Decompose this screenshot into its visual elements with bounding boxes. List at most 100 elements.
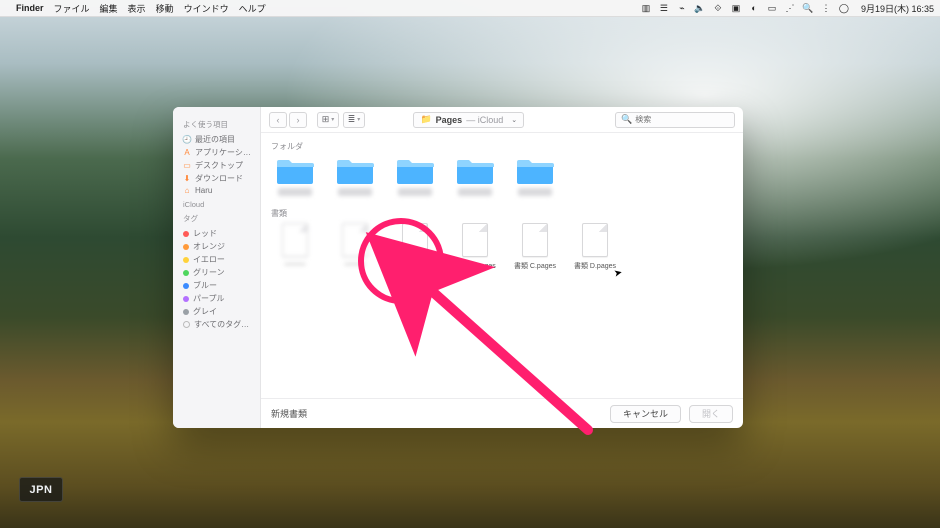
location-sub: — iCloud	[466, 115, 503, 125]
search-field[interactable]: 🔍	[615, 112, 735, 128]
tag-dot-icon	[183, 231, 189, 237]
tag-dot-icon	[183, 270, 189, 276]
sidebar-tag-item[interactable]: レッド	[183, 227, 260, 240]
menu-go[interactable]: 移動	[156, 2, 174, 15]
folder-icon	[335, 156, 375, 186]
search-input[interactable]	[635, 115, 729, 124]
dialog-footer: 新規書類 キャンセル 開く	[261, 398, 743, 428]
document-icon	[342, 223, 368, 257]
sidebar-item-home[interactable]: ⌂Haru	[183, 185, 260, 196]
nav-forward-button[interactable]: ›	[289, 112, 307, 128]
user-icon[interactable]: ◐	[749, 3, 759, 13]
group-button[interactable]: ≣▾	[343, 112, 365, 128]
sidebar-section-tags: タグ	[183, 213, 260, 224]
sidebar-tag-item[interactable]: ブルー	[183, 279, 260, 292]
siri-icon[interactable]: ◯	[839, 3, 849, 13]
spotlight-icon[interactable]: 🔍	[803, 3, 813, 13]
view-icons-button[interactable]: ⊞▾	[317, 112, 339, 128]
status-icon[interactable]: ☰	[659, 3, 669, 13]
dialog-sidebar: よく使う項目 🕘最近の項目 Aアプリケーシ… ▭デスクトップ ⬇ダウンロード ⌂…	[173, 107, 261, 428]
folder-name-blurred	[338, 188, 372, 196]
menubar-app-name[interactable]: Finder	[16, 3, 44, 13]
document-item[interactable]: 書類 C.pages	[511, 223, 559, 271]
document-item[interactable]: ———	[271, 223, 319, 271]
tag-dot-icon	[183, 244, 189, 250]
folder-name-blurred	[458, 188, 492, 196]
folder-item[interactable]	[391, 156, 439, 196]
bluetooth-icon[interactable]: ⟐	[713, 3, 723, 13]
menubar-status-area: ▥ ☰ ⌁ 🔈 ⟐ ▣ ◐ ▭ ⋰ 🔍 ⋮ ◯ 9月19日(木) 16:35	[641, 2, 934, 15]
menubar: Finder ファイル 編集 表示 移動 ウインドウ ヘルプ ▥ ☰ ⌁ 🔈 ⟐…	[0, 0, 940, 17]
sidebar-tag-item[interactable]: グリーン	[183, 266, 260, 279]
tag-dot-icon	[183, 309, 189, 315]
menu-window[interactable]: ウインドウ	[184, 2, 229, 15]
document-item[interactable]: 書類 A.pages	[391, 223, 439, 271]
chevron-updown-icon: ⌄	[511, 116, 517, 124]
folder-icon	[515, 156, 555, 186]
tag-dot-icon	[183, 283, 189, 289]
folder-name-blurred	[278, 188, 312, 196]
sidebar-tag-item[interactable]: パープル	[183, 292, 260, 305]
folder-name-blurred	[398, 188, 432, 196]
sidebar-tag-item[interactable]: イエロー	[183, 253, 260, 266]
folder-icon	[275, 156, 315, 186]
new-document-button[interactable]: 新規書類	[271, 407, 307, 420]
folder-icon	[395, 156, 435, 186]
open-button[interactable]: 開く	[689, 405, 733, 423]
screen-icon[interactable]: ▣	[731, 3, 741, 13]
sidebar-item-recents[interactable]: 🕘最近の項目	[183, 133, 260, 146]
document-name: 書類 D.pages	[574, 261, 616, 271]
document-name: 書類 C.pages	[514, 261, 556, 271]
tag-dot-icon	[183, 296, 189, 302]
menu-file[interactable]: ファイル	[54, 2, 90, 15]
all-tags-icon	[183, 321, 190, 328]
document-icon	[582, 223, 608, 257]
sidebar-tag-item[interactable]: オレンジ	[183, 240, 260, 253]
sidebar-tag-item[interactable]: グレイ	[183, 305, 260, 318]
cancel-button[interactable]: キャンセル	[610, 405, 681, 423]
wifi-icon[interactable]: ⋰	[785, 3, 795, 13]
sidebar-item-all-tags[interactable]: すべてのタグ…	[183, 318, 260, 331]
location-popup[interactable]: 📁 Pages — iCloud ⌄	[413, 112, 524, 128]
menu-edit[interactable]: 編集	[100, 2, 118, 15]
tag-dot-icon	[183, 257, 189, 263]
folder-name-blurred	[518, 188, 552, 196]
document-name: 書類 A.pages	[394, 261, 436, 271]
dialog-main: ‹ › ⊞▾ ≣▾ 📁 Pages — iCloud ⌄ 🔍 フォルダ 書類	[261, 107, 743, 428]
document-item[interactable]: 書類 B.pages	[451, 223, 499, 271]
group-icon: ≣	[348, 114, 356, 125]
folder-item[interactable]	[451, 156, 499, 196]
location-app: Pages	[436, 115, 463, 125]
dialog-toolbar: ‹ › ⊞▾ ≣▾ 📁 Pages — iCloud ⌄ 🔍	[261, 107, 743, 133]
folder-item[interactable]	[511, 156, 559, 196]
document-icon	[462, 223, 488, 257]
document-item[interactable]: ———	[331, 223, 379, 271]
sidebar-section-icloud: iCloud	[183, 200, 260, 209]
nav-back-button[interactable]: ‹	[269, 112, 287, 128]
section-docs-label: 書類	[271, 208, 733, 219]
menu-view[interactable]: 表示	[128, 2, 146, 15]
document-icon	[282, 223, 308, 257]
document-icon	[402, 223, 428, 257]
menubar-clock[interactable]: 9月19日(木) 16:35	[861, 2, 934, 15]
menu-help[interactable]: ヘルプ	[239, 2, 266, 15]
document-name: 書類 B.pages	[454, 261, 496, 271]
sidebar-section-favorites: よく使う項目	[183, 119, 260, 130]
control-icon[interactable]: ⋮	[821, 3, 831, 13]
view-icons-icon: ⊞	[322, 114, 330, 125]
sidebar-item-desktop[interactable]: ▭デスクトップ	[183, 159, 260, 172]
volume-icon[interactable]: 🔈	[695, 3, 705, 13]
sidebar-item-applications[interactable]: Aアプリケーシ…	[183, 146, 260, 159]
search-icon: 🔍	[621, 114, 632, 125]
battery-icon[interactable]: ▭	[767, 3, 777, 13]
folder-icon	[455, 156, 495, 186]
folder-item[interactable]	[331, 156, 379, 196]
status-icon[interactable]: ▥	[641, 3, 651, 13]
status-icon[interactable]: ⌁	[677, 3, 687, 13]
document-icon	[522, 223, 548, 257]
folder-item[interactable]	[271, 156, 319, 196]
docs-row: —————— 書類 A.pages 書類 B.pages 書類 C.pages 書類 D…	[271, 223, 733, 271]
sidebar-item-downloads[interactable]: ⬇ダウンロード	[183, 172, 260, 185]
document-item[interactable]: 書類 D.pages	[571, 223, 619, 271]
folders-row	[271, 156, 733, 196]
